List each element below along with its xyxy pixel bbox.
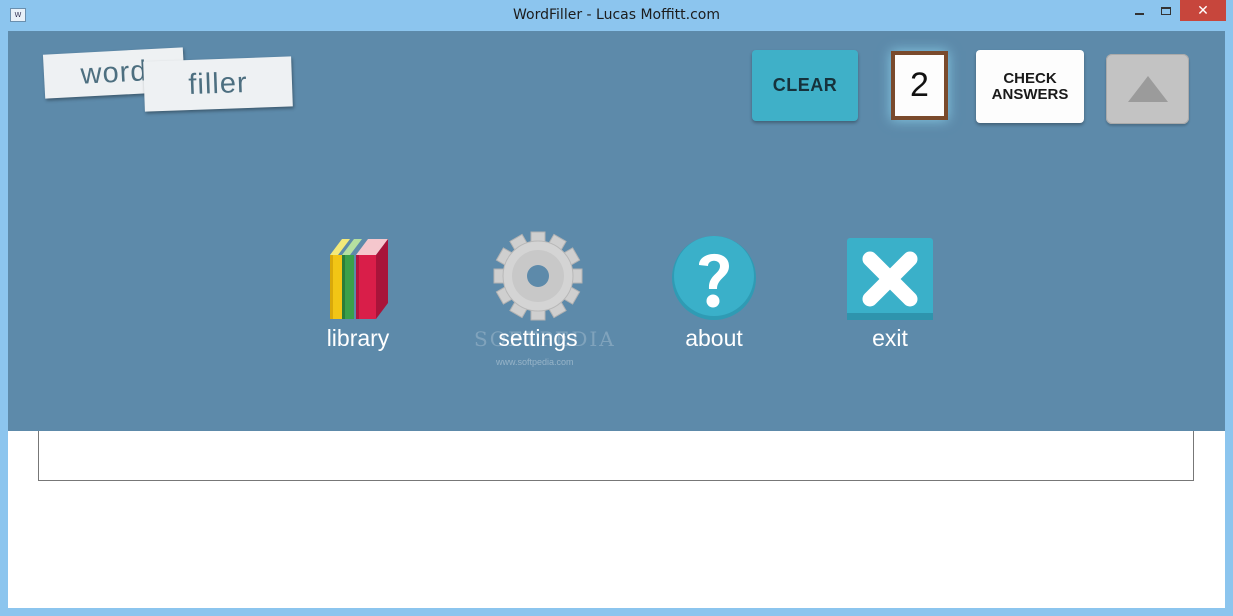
maximize-icon <box>1161 6 1171 15</box>
client-area: word filler CLEAR 2 CHECK ANSWERS librar… <box>8 31 1225 608</box>
game-panel: word filler CLEAR 2 CHECK ANSWERS librar… <box>8 31 1225 431</box>
close-x-icon <box>830 231 950 321</box>
minimize-button[interactable] <box>1126 0 1152 21</box>
maximize-button[interactable] <box>1153 0 1179 21</box>
close-window-button[interactable]: ✕ <box>1180 0 1226 21</box>
counter-display: 2 <box>891 51 948 120</box>
menu-item-about[interactable]: about <box>654 231 774 361</box>
check-answers-label: CHECK ANSWERS <box>991 69 1069 103</box>
check-answers-button[interactable]: CHECK ANSWERS <box>976 50 1084 123</box>
menu-label-about: about <box>685 325 743 351</box>
clear-button[interactable]: CLEAR <box>752 50 858 121</box>
watermark-url: www.softpedia.com <box>496 357 574 367</box>
title-bar[interactable]: W WordFiller - Lucas Moffitt.com ✕ <box>0 0 1233 31</box>
menu-item-library[interactable]: library <box>298 231 418 361</box>
puzzle-grid-area[interactable] <box>38 431 1194 481</box>
menu-label-exit: exit <box>872 325 908 351</box>
minimize-icon <box>1134 12 1144 15</box>
books-icon <box>298 231 418 321</box>
watermark-text: SOFTPEDIA <box>474 327 616 351</box>
logo-filler-tile: filler <box>143 56 293 112</box>
window-title: WordFiller - Lucas Moffitt.com <box>513 7 720 23</box>
close-icon: ✕ <box>1197 2 1209 19</box>
triangle-up-icon <box>1127 76 1168 102</box>
gear-icon <box>478 231 598 321</box>
question-icon <box>654 231 774 321</box>
menu-label-library: library <box>326 325 390 351</box>
collapse-up-button[interactable] <box>1106 54 1189 124</box>
app-window: W WordFiller - Lucas Moffitt.com ✕ word … <box>0 0 1233 616</box>
menu-item-exit[interactable]: exit <box>830 231 950 361</box>
